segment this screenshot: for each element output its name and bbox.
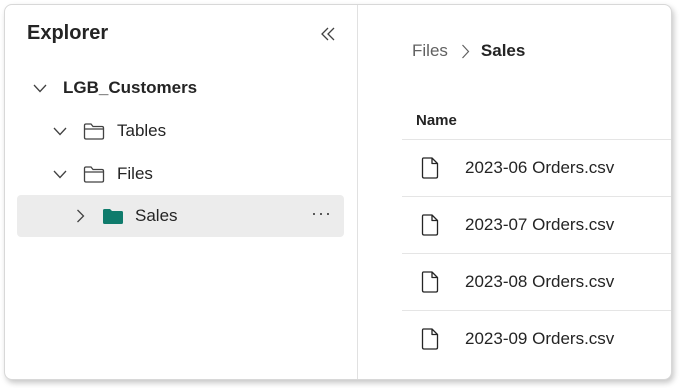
breadcrumb-current: Sales [480, 41, 526, 60]
file-row[interactable]: 2023-08 Orders.csv [402, 253, 671, 311]
file-icon [421, 214, 439, 236]
tree-item-tables[interactable]: Tables [17, 110, 344, 152]
breadcrumb: Files Sales [412, 41, 525, 61]
chevron-right-icon[interactable] [73, 209, 87, 223]
file-row[interactable]: 2023-06 Orders.csv [402, 139, 671, 197]
folder-outline-icon [83, 165, 105, 183]
tree-item-label: Sales [135, 206, 178, 225]
content-pane: Files Sales Name 2023-06 Orders.csv 2023… [358, 5, 671, 379]
double-chevron-left-icon [321, 27, 335, 41]
collapse-pane-button[interactable] [317, 23, 339, 45]
tree-item-label: Tables [117, 121, 167, 140]
tree-item-sales[interactable]: Sales ··· [17, 195, 344, 237]
file-name: 2023-06 Orders.csv [465, 158, 615, 177]
chevron-down-icon[interactable] [53, 167, 67, 181]
file-icon [421, 271, 439, 293]
chevron-down-icon[interactable] [53, 124, 67, 138]
file-row[interactable]: 2023-07 Orders.csv [402, 196, 671, 254]
tree-item-label: Files [117, 164, 153, 183]
file-name: 2023-09 Orders.csv [465, 329, 615, 348]
file-name: 2023-07 Orders.csv [465, 215, 615, 234]
tree-item-label: LGB_Customers [63, 78, 198, 97]
tree-item-files[interactable]: Files [17, 153, 344, 195]
file-icon [421, 328, 439, 350]
more-options-button[interactable]: ··· [311, 204, 332, 226]
folder-filled-icon [102, 207, 124, 225]
tree-item-lgb-customers[interactable]: LGB_Customers [17, 67, 344, 109]
explorer-title: Explorer [27, 22, 109, 44]
breadcrumb-files-link[interactable]: Files [412, 41, 448, 61]
explorer-pane: Explorer LGB_Customers Tables Files Sale… [5, 5, 358, 379]
lakehouse-window: Explorer LGB_Customers Tables Files Sale… [4, 4, 672, 380]
folder-outline-icon [83, 122, 105, 140]
file-icon [421, 157, 439, 179]
chevron-down-icon[interactable] [33, 81, 47, 95]
file-name: 2023-08 Orders.csv [465, 272, 615, 291]
column-header-name[interactable]: Name [416, 112, 457, 129]
chevron-right-icon [461, 44, 470, 59]
file-row[interactable]: 2023-09 Orders.csv [402, 310, 671, 368]
